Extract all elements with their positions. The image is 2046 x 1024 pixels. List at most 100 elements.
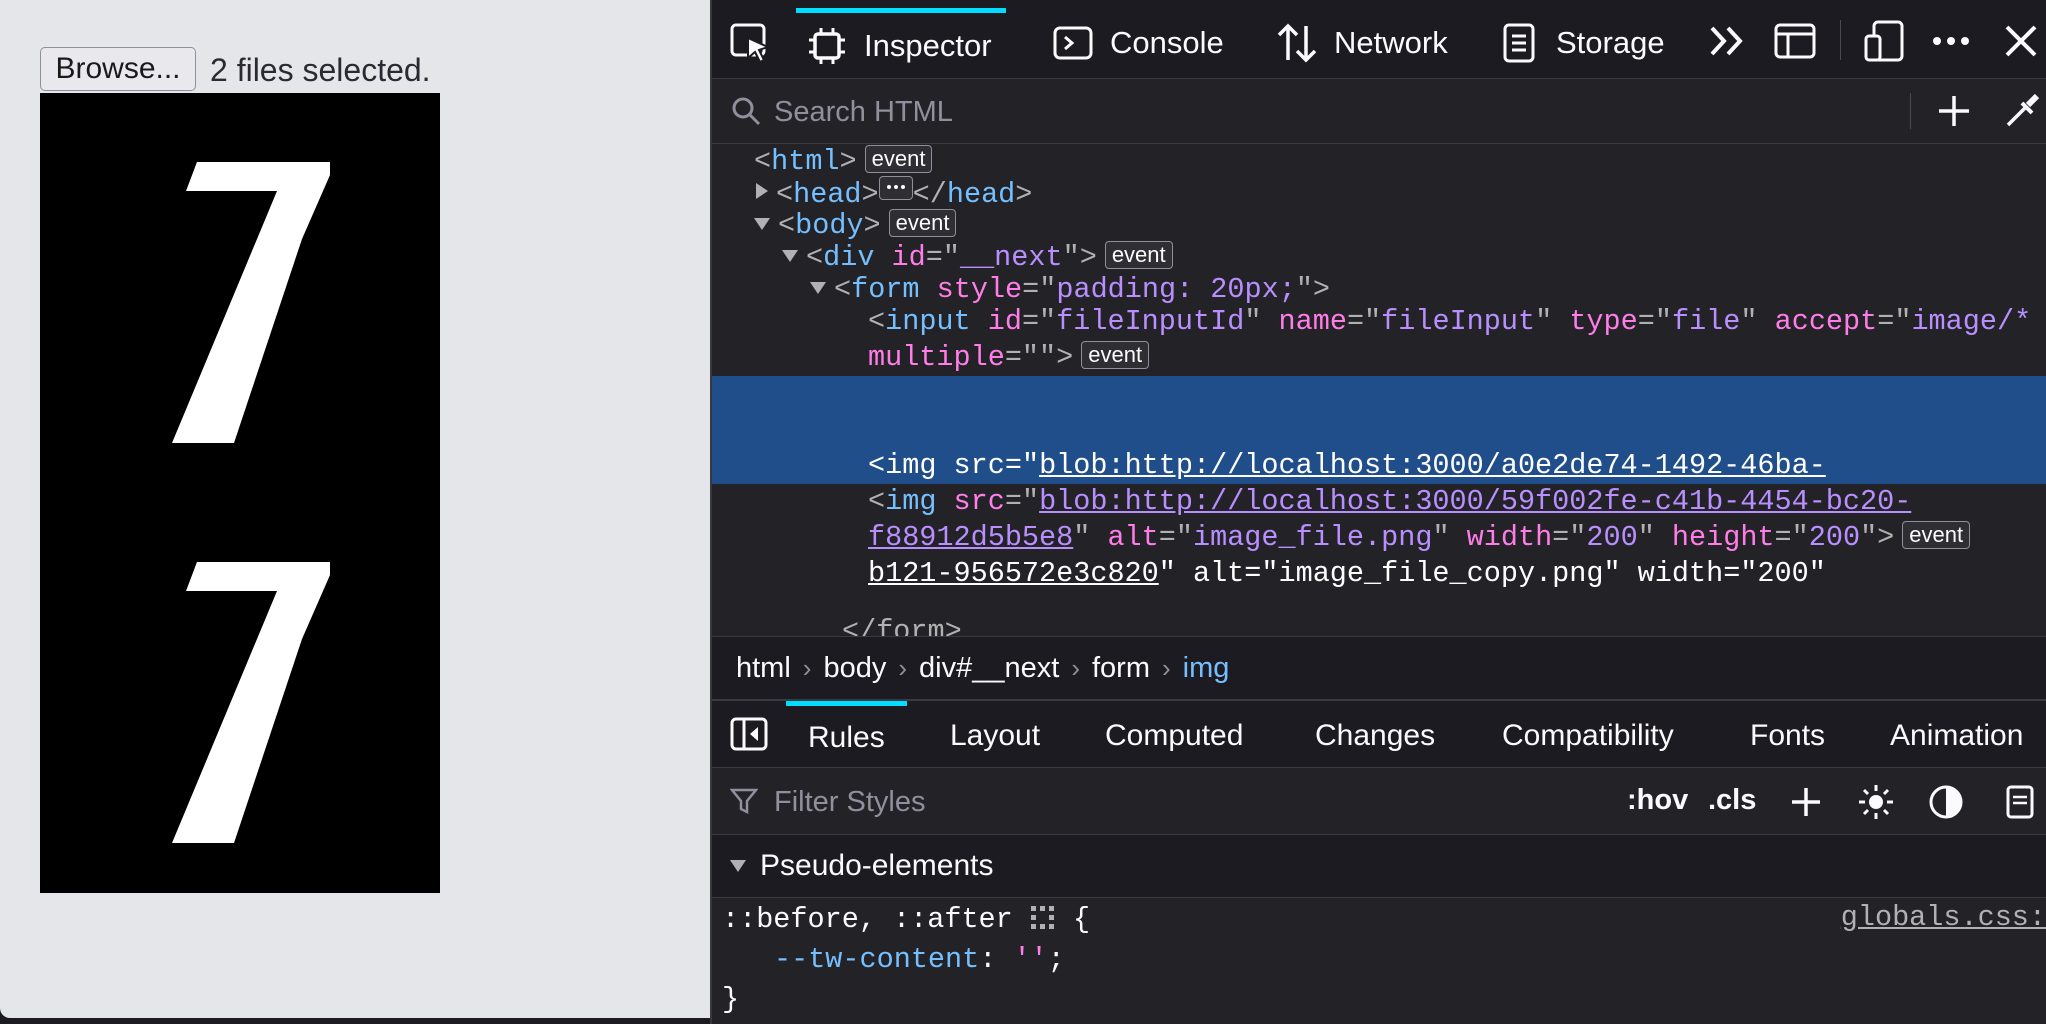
node-body[interactable]: <body> event [712,208,2046,244]
img2-src-link[interactable]: blob:http://localhost:3000/59f002fe-c41b… [1039,485,1911,518]
filter-styles-input[interactable] [772,779,1376,825]
tab-label: Inspector [864,27,992,63]
rule-selector: ::before, ::after [722,903,1013,936]
html-search-bar [712,79,2046,144]
img1-src-link[interactable]: blob:http://localhost:3000/a0e2de74-1492… [1039,449,1826,482]
pseudo-elements-label: Pseudo-elements [760,849,994,882]
collapsed-content-icon[interactable] [878,176,913,200]
tab-rules[interactable]: Rules [786,701,907,767]
rule-declaration[interactable]: --tw-content: ''; [774,940,1065,980]
tab-storage[interactable]: Storage [1498,8,1665,78]
layout-icon[interactable] [1772,18,1818,64]
tab-console[interactable]: Console [1052,8,1224,78]
node-img-selected[interactable]: <img src="blob:http://localhost:3000/a0e… [712,376,2046,590]
breadcrumb-item-img[interactable]: img [1171,652,1242,685]
css-property[interactable]: --tw-content [774,943,979,976]
light-mode-icon[interactable] [1858,784,1894,820]
event-badge[interactable]: event [888,209,957,237]
node-input-cont[interactable]: multiple=""> event [712,340,2046,376]
chevron-right-icon: › [1161,652,1171,683]
node-form-close[interactable]: </form> [712,614,2046,636]
element-picker-icon[interactable] [728,20,772,64]
tab-animations[interactable]: Animation [1890,701,2023,767]
grid-highlighter-icon[interactable] [1030,905,1056,931]
expand-icon[interactable] [756,183,768,199]
tab-label: Console [1110,25,1224,60]
collapse-icon[interactable] [810,282,826,294]
toolbar-separator [1840,20,1841,60]
digit-seven-image [172,162,330,443]
preview-image-1 [40,93,440,493]
inspector-icon [809,27,845,64]
breadcrumb-item-form[interactable]: form [1080,652,1162,685]
event-badge[interactable]: event [1081,341,1150,369]
network-icon [1277,23,1317,63]
node-html[interactable]: <html> event [712,144,2046,180]
tab-fonts[interactable]: Fonts [1750,701,1825,767]
css-rule: ::before, ::after { globals.css: --tw-co… [712,898,2046,1024]
filter-styles-bar: :hov .cls [712,768,2046,835]
node-img-2[interactable]: <img src="blob:http://localhost:3000/59f… [712,484,2046,520]
storage-icon [1503,23,1535,63]
devtools-toolbar: Inspector Console Network Storage [712,0,2046,79]
console-icon [1053,26,1093,60]
cls-toggle[interactable]: .cls [1708,784,1756,817]
chevron-right-icon: › [802,652,812,683]
breadcrumb-item-div[interactable]: div#__next [907,652,1071,685]
node-form[interactable]: <form style="padding: 20px;"> [712,272,2046,308]
rule-selector-line[interactable]: ::before, ::after { [722,900,1090,940]
breadcrumb-item-html[interactable]: html [724,652,803,685]
img1-src-link-cont[interactable]: b121-956572e3c820 [868,557,1159,590]
sidebar-toggle-icon[interactable] [730,717,768,751]
file-status-text: 2 files selected. [210,52,431,88]
filter-icon [730,788,758,815]
search-separator [1910,93,1911,129]
event-badge[interactable]: event [864,145,933,173]
chevron-right-icon: › [898,652,908,683]
breadcrumb-item-body[interactable]: body [811,652,898,685]
print-media-icon[interactable] [2002,784,2038,820]
dark-mode-icon[interactable] [1928,784,1964,820]
more-tabs-chevron-icon[interactable] [1706,18,1752,64]
collapse-icon[interactable] [754,218,770,230]
browse-button[interactable]: Browse... [40,47,196,91]
search-html-input[interactable] [772,89,1776,135]
tab-compatibility[interactable]: Compatibility [1502,701,1674,767]
more-options-icon[interactable] [1928,18,1974,64]
markup-tree: <html> event <head> </head> <body> event <d… [712,144,2046,636]
css-value[interactable]: '' [1013,943,1047,976]
close-icon[interactable] [1998,18,2044,64]
tab-inspector[interactable]: Inspector [796,8,1006,78]
rules-tab-bar: Rules Layout Computed Changes Compatibil… [712,701,2046,768]
tab-changes[interactable]: Changes [1315,701,1435,767]
chevron-right-icon: › [1071,652,1080,683]
pseudo-elements-header[interactable]: Pseudo-elements [712,835,2046,898]
search-icon [732,97,761,126]
responsive-design-icon[interactable] [1862,18,1908,64]
breadcrumb: html › body › div#__next › form › img [712,636,2046,702]
hov-toggle[interactable]: :hov [1627,784,1688,817]
tab-computed[interactable]: Computed [1105,701,1243,767]
devtools-panel: Inspector Console Network Storage Search… [712,0,2046,1024]
collapse-icon[interactable] [782,250,798,262]
rule-source-link[interactable]: globals.css: [1841,898,2046,938]
node-head[interactable]: <head> </head> [712,176,2046,212]
node-input[interactable]: <input id="fileInputId" name="fileInput"… [712,304,2046,340]
tab-network[interactable]: Network [1276,8,1448,78]
img2-src-link-cont[interactable]: f88912d5b5e8 [868,521,1073,554]
tab-label: Network [1334,25,1448,60]
add-node-icon[interactable] [1934,91,1974,131]
add-rule-icon[interactable] [1788,784,1824,820]
page-viewport: Browse... 2 files selected. [0,0,710,1018]
preview-image-2 [40,493,440,893]
collapse-icon[interactable] [730,860,746,872]
event-badge[interactable]: event [1902,521,1971,549]
tab-label: Storage [1556,25,1665,60]
event-badge[interactable]: event [1104,241,1173,269]
digit-seven-image [172,562,330,843]
rule-close-brace: } [722,983,740,1016]
eyedropper-icon[interactable] [2002,91,2042,131]
tab-layout[interactable]: Layout [950,701,1040,767]
node-div-next[interactable]: <div id="__next"> event [712,240,2046,276]
node-img-2-cont[interactable]: f88912d5b5e8" alt="image_file.png" width… [712,520,2046,556]
